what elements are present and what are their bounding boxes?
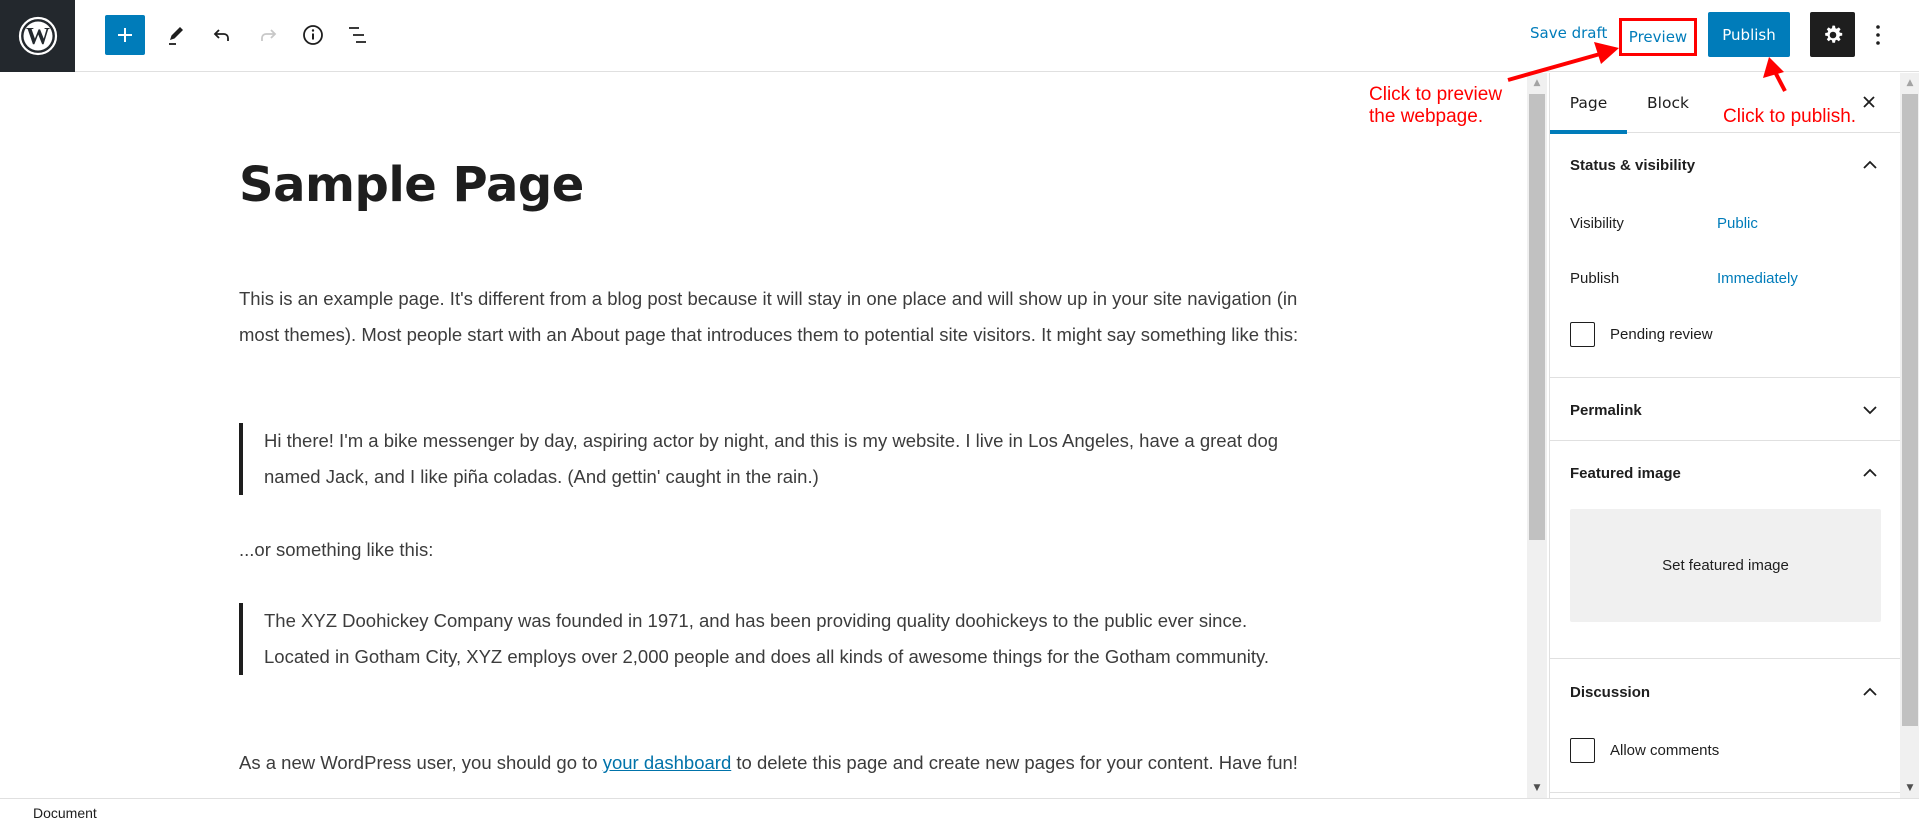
panel-divider — [1550, 377, 1900, 378]
pencil-icon — [169, 27, 183, 45]
info-icon — [303, 25, 323, 45]
list-view-icon — [349, 27, 366, 43]
publish-button[interactable]: Publish — [1708, 12, 1790, 57]
paragraph-block[interactable]: ...or something like this: — [239, 532, 1299, 568]
undo-icon — [213, 29, 229, 41]
close-sidebar-button[interactable] — [1856, 89, 1882, 115]
status-visibility-toggle[interactable]: Status & visibility — [1550, 145, 1900, 185]
chevron-up-icon — [1858, 461, 1882, 485]
chevron-up-icon — [1858, 680, 1882, 704]
publish-date-button[interactable]: Immediately — [1717, 270, 1798, 287]
undo-button[interactable] — [202, 15, 242, 55]
redo-button[interactable] — [248, 15, 288, 55]
paragraph-text: As a new WordPress user, you should go t… — [239, 752, 603, 773]
sidebar-scroll-thumb[interactable] — [1902, 94, 1918, 726]
scroll-down-arrow[interactable]: ▼ — [1527, 780, 1547, 796]
plus-icon — [118, 28, 132, 42]
more-options-button[interactable] — [1866, 15, 1890, 55]
list-view-button[interactable] — [338, 15, 378, 55]
wordpress-logo-button[interactable]: W — [0, 0, 75, 72]
chevron-down-icon — [1858, 398, 1882, 422]
panel-title: Permalink — [1570, 401, 1642, 419]
quote-block[interactable]: The XYZ Doohickey Company was founded in… — [239, 603, 1299, 675]
svg-text:W: W — [26, 24, 50, 50]
preview-label: Preview — [1628, 28, 1688, 46]
sidebar-scrollbar[interactable]: ▲ ▼ — [1900, 73, 1919, 798]
pending-review-checkbox[interactable] — [1570, 322, 1595, 347]
preview-button[interactable]: Preview — [1619, 18, 1697, 56]
scroll-down-arrow[interactable]: ▼ — [1900, 780, 1919, 796]
paragraph-block[interactable]: This is an example page. It's different … — [239, 281, 1299, 353]
pending-review-label: Pending review — [1610, 326, 1713, 343]
panel-title: Discussion — [1570, 683, 1651, 701]
set-featured-image-button[interactable]: Set featured image — [1570, 509, 1881, 622]
content-scrollbar[interactable]: ▲ ▼ — [1527, 73, 1547, 798]
allow-comments-checkbox[interactable] — [1570, 738, 1595, 763]
tools-button[interactable] — [156, 15, 196, 55]
add-block-button[interactable] — [105, 15, 145, 55]
visibility-value-button[interactable]: Public — [1717, 215, 1758, 232]
content-scroll-thumb[interactable] — [1529, 94, 1545, 540]
paragraph-block[interactable]: As a new WordPress user, you should go t… — [239, 745, 1299, 781]
tab-page[interactable]: Page — [1550, 73, 1627, 134]
editor-header: W Save draft Preview Publish — [0, 0, 1919, 72]
featured-image-toggle[interactable]: Featured image — [1550, 453, 1900, 493]
panel-divider — [1550, 440, 1900, 441]
sidebar-tabs: Page Block — [1550, 73, 1900, 134]
visibility-label: Visibility — [1570, 215, 1624, 232]
editor-canvas[interactable]: Sample Page This is an example page. It'… — [0, 73, 1527, 798]
scroll-up-arrow[interactable]: ▲ — [1900, 75, 1919, 91]
paragraph-text: to delete this page and create new pages… — [731, 752, 1298, 773]
discussion-toggle[interactable]: Discussion — [1550, 672, 1900, 712]
panel-title: Status & visibility — [1570, 156, 1696, 174]
wordpress-icon: W — [18, 16, 57, 56]
chevron-up-icon — [1858, 153, 1882, 177]
permalink-toggle[interactable]: Permalink — [1550, 390, 1900, 430]
quote-block[interactable]: Hi there! I'm a bike messenger by day, a… — [239, 423, 1299, 495]
settings-sidebar: Page Block Status & visibility Visibilit… — [1549, 73, 1900, 798]
redo-icon — [261, 29, 277, 41]
panel-title: Featured image — [1570, 464, 1681, 482]
panel-divider — [1550, 658, 1900, 659]
panel-divider — [1550, 792, 1900, 793]
breadcrumb-document[interactable]: Document — [33, 805, 97, 821]
gear-icon — [1824, 25, 1842, 43]
details-button[interactable] — [293, 15, 333, 55]
page-title[interactable]: Sample Page — [239, 157, 584, 213]
scroll-up-arrow[interactable]: ▲ — [1527, 75, 1547, 91]
save-draft-button[interactable]: Save draft — [1530, 24, 1607, 42]
editor-footer: Document — [0, 798, 1919, 828]
dashboard-link[interactable]: your dashboard — [603, 752, 732, 773]
close-icon — [1863, 96, 1875, 108]
more-vertical-icon — [1876, 25, 1880, 45]
allow-comments-label: Allow comments — [1610, 742, 1720, 759]
settings-button[interactable] — [1810, 12, 1855, 57]
publish-label: Publish — [1570, 270, 1620, 287]
tab-block[interactable]: Block — [1627, 73, 1709, 133]
